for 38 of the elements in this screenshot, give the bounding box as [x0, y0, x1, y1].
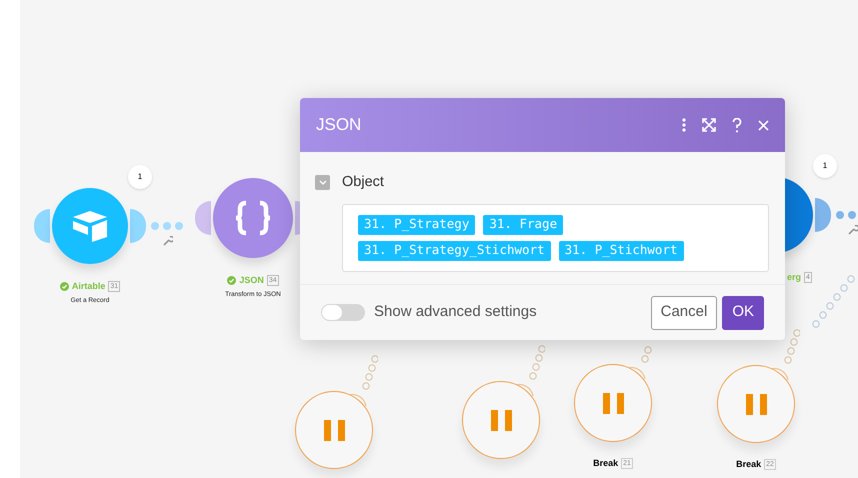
count-bubble[interactable]: 1: [813, 154, 837, 178]
pause-icon: [602, 392, 624, 414]
check-circle-icon: [60, 282, 69, 292]
ok-button[interactable]: OK: [722, 296, 764, 330]
mapped-token[interactable]: 31. P_Stichwort: [558, 240, 684, 261]
pause-icon: [324, 420, 344, 440]
mapped-token[interactable]: 31. P_Strategy_Stichwort: [358, 240, 551, 261]
toggle-knob: [322, 305, 342, 320]
input-field[interactable]: 31. P_Strategy 31. Frage 31. P_Strategy_Stichwort 31. P_Stichwort: [342, 204, 769, 272]
mapped-token[interactable]: 31. P_Strategy: [358, 214, 476, 235]
dots-connector-icon: [150, 221, 184, 231]
module-name: Break: [593, 457, 618, 470]
connector-handle[interactable]: [34, 209, 50, 243]
box-icon: [70, 209, 110, 243]
braces-icon: [234, 200, 272, 236]
chevron-icon: [318, 180, 326, 186]
toggle-label: Show advanced settings: [374, 302, 538, 322]
module-name: Airtable: [72, 280, 106, 293]
more-icon[interactable]: [682, 118, 686, 132]
field-label: Object: [342, 173, 384, 192]
module-name: erg: [787, 271, 802, 284]
connector-handle[interactable]: [195, 201, 211, 235]
mapped-token[interactable]: 31. Frage: [483, 214, 564, 235]
pause-icon: [490, 410, 512, 430]
connector-handle[interactable]: [130, 209, 146, 243]
check-circle-icon: [227, 276, 236, 286]
expand-icon[interactable]: [702, 118, 716, 132]
dialog-title: JSON: [316, 114, 362, 136]
module-name: Break: [736, 458, 762, 471]
pause-icon: [746, 394, 766, 414]
count-bubble[interactable]: 1: [128, 165, 152, 189]
module-name: JSON: [239, 274, 264, 287]
close-icon[interactable]: [758, 120, 769, 130]
collapse-toggle[interactable]: [315, 175, 330, 190]
connector-handle[interactable]: [815, 198, 831, 232]
toggle-switch[interactable]: [321, 304, 365, 321]
cancel-button[interactable]: Cancel: [650, 296, 718, 330]
help-icon[interactable]: [732, 118, 742, 132]
